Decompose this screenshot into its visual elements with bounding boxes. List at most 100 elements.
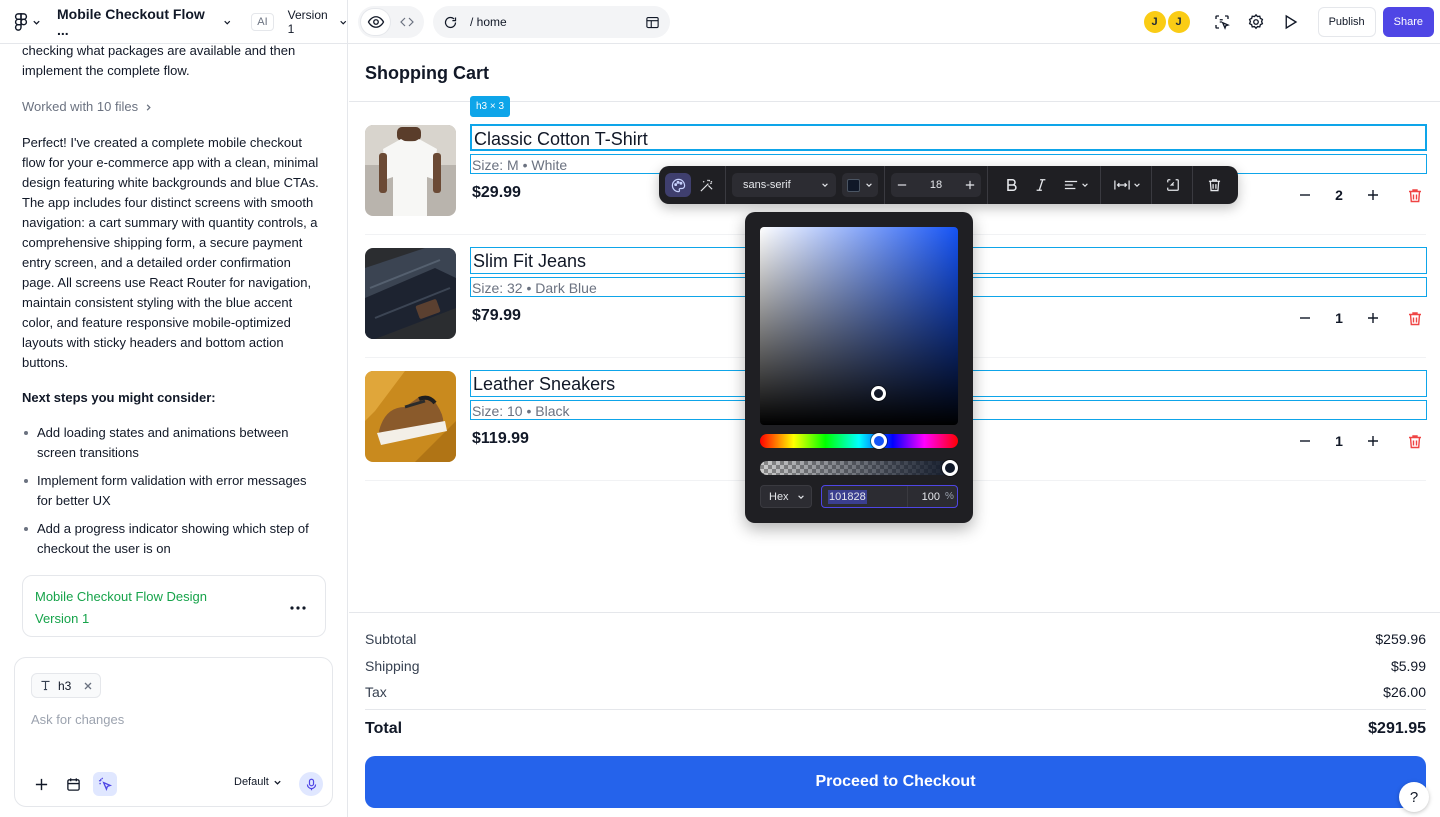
increase-quantity-button[interactable] — [1362, 307, 1384, 329]
minus-icon — [1300, 194, 1310, 196]
publish-button[interactable]: Publish — [1317, 7, 1376, 37]
product-image-sneakers — [365, 371, 456, 462]
hex-input[interactable]: 101828 — [822, 489, 907, 504]
plus-icon[interactable] — [965, 180, 975, 190]
increase-quantity-button[interactable] — [1362, 184, 1384, 206]
ai-badge: AI — [251, 13, 274, 31]
hue-slider[interactable] — [760, 433, 958, 449]
saturation-handle[interactable] — [871, 386, 886, 401]
preview-mode-button[interactable] — [361, 9, 390, 35]
hex-value[interactable]: 101828 — [828, 489, 867, 504]
delete-group — [1199, 166, 1227, 204]
more-options-button[interactable] — [289, 598, 307, 616]
voice-input-button[interactable] — [299, 772, 323, 796]
item-title-selection[interactable]: Classic Cotton T-Shirt — [470, 124, 1427, 151]
item-meta[interactable]: Size: M • White — [472, 157, 567, 173]
chat-message: checking what packages are available and… — [22, 44, 296, 78]
quantity-value: 1 — [1335, 433, 1343, 449]
text-color-select[interactable] — [842, 173, 878, 197]
item-meta[interactable]: Size: 10 • Black — [472, 403, 570, 419]
magic-wand-icon — [699, 178, 713, 192]
page-title: Shopping Cart — [365, 63, 489, 83]
avatar[interactable]: J — [1167, 11, 1190, 33]
bold-button[interactable] — [998, 173, 1024, 197]
tax-value: $26.00 — [1383, 684, 1426, 700]
close-icon[interactable] — [83, 681, 93, 691]
layout-icon[interactable] — [645, 15, 660, 30]
palette-icon — [671, 178, 685, 192]
select-element-button[interactable] — [93, 772, 117, 796]
alpha-input[interactable]: 100 — [907, 486, 942, 507]
minus-icon[interactable] — [897, 180, 907, 190]
select-parent-button[interactable] — [1160, 173, 1186, 197]
remove-item-button[interactable] — [1404, 430, 1426, 452]
run-button[interactable] — [1276, 8, 1304, 36]
chat-input[interactable]: Ask for changes — [31, 712, 124, 727]
app-menu-button[interactable] — [14, 13, 41, 31]
decrease-quantity-button[interactable] — [1294, 430, 1316, 452]
help-button[interactable]: ? — [1399, 782, 1429, 812]
item-name[interactable]: Leather Sneakers — [473, 374, 615, 395]
divider — [349, 612, 1440, 613]
italic-button[interactable] — [1028, 173, 1054, 197]
alpha-handle[interactable] — [942, 460, 958, 476]
divider — [365, 709, 1426, 710]
ai-edit-button[interactable] — [693, 173, 719, 197]
version-selector[interactable]: Version 1 — [288, 8, 347, 36]
color-format-select[interactable]: Hex — [760, 485, 812, 508]
add-attachment-button[interactable] — [29, 772, 53, 796]
item-price: $79.99 — [472, 307, 521, 324]
alpha-slider[interactable] — [760, 460, 958, 476]
style-mode-button[interactable] — [665, 173, 691, 197]
subtotal-value: $259.96 — [1375, 631, 1426, 647]
list-item: Implement form validation with error mes… — [22, 471, 322, 511]
calendar-button[interactable] — [61, 772, 85, 796]
select-group — [1158, 166, 1186, 204]
remove-item-button[interactable] — [1404, 307, 1426, 329]
remove-item-button[interactable] — [1404, 184, 1426, 206]
decrease-quantity-button[interactable] — [1294, 184, 1316, 206]
share-button[interactable]: Share — [1382, 7, 1434, 37]
hue-handle[interactable] — [871, 433, 887, 449]
saturation-value-area[interactable] — [760, 227, 958, 425]
version-card-version: Version 1 — [35, 611, 90, 626]
figma-logo-icon — [14, 13, 28, 31]
bold-icon — [1006, 178, 1017, 192]
url-path[interactable]: / home — [470, 15, 507, 29]
spacing-select[interactable] — [1109, 173, 1145, 197]
worked-with-files-link[interactable]: Worked with 10 files — [22, 97, 322, 117]
font-family-select[interactable]: sans-serif — [732, 173, 836, 197]
item-name[interactable]: Classic Cotton T-Shirt — [474, 129, 648, 150]
chevron-down-icon[interactable] — [223, 18, 231, 27]
settings-button[interactable] — [1242, 8, 1270, 36]
alpha-unit: % — [945, 491, 954, 502]
item-meta[interactable]: Size: 32 • Dark Blue — [472, 280, 597, 296]
decrease-quantity-button[interactable] — [1294, 307, 1316, 329]
header-actions: J J Publish Share — [1143, 6, 1434, 38]
increase-quantity-button[interactable] — [1362, 430, 1384, 452]
project-title[interactable]: Mobile Checkout Flow ... — [57, 6, 211, 38]
context-chip[interactable]: h3 — [31, 673, 102, 698]
item-name[interactable]: Slim Fit Jeans — [473, 251, 586, 272]
version-card[interactable]: Mobile Checkout Flow Design Version 1 — [22, 575, 326, 637]
chat-message: Perfect! I've created a complete mobile … — [22, 135, 319, 370]
quantity-stepper: 1 — [1294, 430, 1426, 452]
text-color-swatch — [847, 178, 860, 192]
version-label: Version 1 — [287, 8, 328, 36]
model-selector[interactable]: Default — [234, 776, 282, 788]
delete-element-button[interactable] — [1201, 173, 1227, 197]
divider — [987, 166, 988, 204]
proceed-to-checkout-button[interactable]: Proceed to Checkout — [365, 756, 1426, 808]
code-mode-button[interactable] — [392, 9, 421, 35]
align-select[interactable] — [1058, 173, 1094, 197]
model-label: Default — [234, 776, 269, 788]
avatar[interactable]: J — [1143, 11, 1166, 33]
total-row: Total $291.95 — [365, 720, 1426, 738]
inspect-button[interactable] — [1208, 8, 1236, 36]
list-item: Add loading states and animations betwee… — [22, 423, 322, 463]
divider — [349, 101, 1440, 102]
refresh-icon[interactable] — [443, 15, 458, 30]
pointer-select-icon — [98, 776, 112, 791]
chevron-down-icon — [798, 494, 804, 499]
font-size-value[interactable]: 18 — [930, 179, 942, 191]
